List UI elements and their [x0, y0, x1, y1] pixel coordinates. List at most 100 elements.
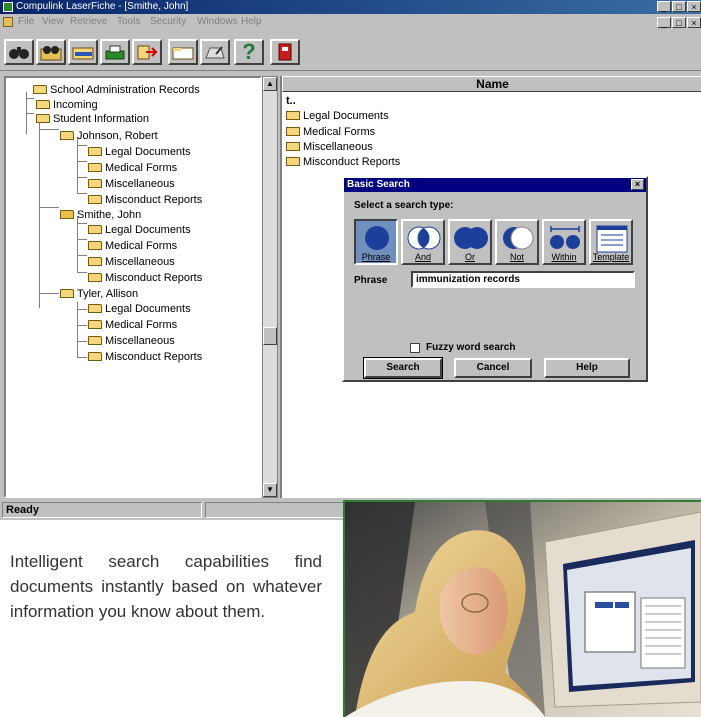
folder-icon	[88, 336, 102, 345]
phrase-label: Phrase	[354, 275, 388, 286]
menu-windows[interactable]: Windows	[197, 14, 238, 30]
search-type-or[interactable]: Or	[448, 219, 492, 265]
close-button[interactable]: ×	[687, 1, 701, 12]
tree-student[interactable]: Tyler, Allison	[60, 287, 138, 301]
search-type-phrase[interactable]: Phrase	[354, 219, 398, 265]
search-button[interactable]: Search	[363, 357, 443, 379]
menu-bar: File View Retrieve Tools Security Window…	[0, 14, 701, 30]
open-folder-button[interactable]	[68, 39, 98, 65]
scroll-thumb[interactable]	[263, 327, 277, 345]
folder-icon	[88, 163, 102, 172]
dialog-title: Basic Search	[347, 179, 410, 190]
menu-view[interactable]: View	[42, 14, 64, 30]
export-button[interactable]	[132, 39, 162, 65]
tree-doc-folder[interactable]: Miscellaneous	[88, 177, 175, 191]
folder-icon	[88, 147, 102, 156]
list-item[interactable]: Misconduct Reports	[286, 155, 400, 169]
scan-button[interactable]	[200, 39, 230, 65]
folder-icon	[88, 320, 102, 329]
menu-security[interactable]: Security	[150, 14, 186, 30]
dialog-close-button[interactable]: ×	[631, 179, 644, 190]
folder-tree: School Administration Records Incoming S…	[4, 76, 262, 498]
folder-icon	[286, 142, 300, 151]
new-folder-button[interactable]	[168, 39, 198, 65]
menu-help[interactable]: Help	[241, 14, 262, 30]
and-icon	[407, 226, 441, 250]
maximize-button[interactable]: □	[672, 1, 686, 12]
minimize-button[interactable]: _	[657, 1, 671, 12]
folder-icon	[60, 289, 74, 298]
search-type-not[interactable]: Not	[495, 219, 539, 265]
phrase-input[interactable]: immunization records	[411, 271, 635, 288]
search-type-within[interactable]: Within	[542, 219, 586, 265]
menu-tools[interactable]: Tools	[117, 14, 140, 30]
export-icon	[137, 45, 158, 60]
folder-icon	[88, 273, 102, 282]
open-folder-icon	[72, 47, 94, 60]
advanced-search-button[interactable]	[36, 39, 66, 65]
tree-student-selected[interactable]: Smithe, John	[60, 208, 141, 222]
photo-illustration	[345, 502, 701, 717]
search-type-label: Select a search type:	[354, 200, 454, 211]
list-item[interactable]: Legal Documents	[286, 109, 389, 123]
tree-doc-folder[interactable]: Medical Forms	[88, 161, 177, 175]
tree-doc-folder[interactable]: Miscellaneous	[88, 255, 175, 269]
tree-doc-folder[interactable]: Medical Forms	[88, 318, 177, 332]
folder-icon	[88, 241, 102, 250]
toolbar: ?	[0, 32, 701, 71]
tree-doc-folder[interactable]: Legal Documents	[88, 223, 191, 237]
fuzzy-search-label: Fuzzy word search	[426, 342, 516, 353]
binoculars-icon	[9, 47, 29, 59]
within-icon	[550, 226, 580, 249]
scroll-up-arrow[interactable]: ▲	[263, 77, 277, 91]
caption-text: Intelligent search capabilities find doc…	[10, 552, 322, 621]
new-folder-icon	[172, 47, 194, 60]
folder-icon	[36, 114, 50, 123]
search-type-template[interactable]: Template	[589, 219, 633, 265]
print-button[interactable]	[100, 39, 130, 65]
list-item[interactable]: Miscellaneous	[286, 140, 373, 154]
menu-file[interactable]: File	[18, 14, 34, 30]
help-button[interactable]: Help	[544, 358, 630, 378]
search-button[interactable]	[4, 39, 34, 65]
tree-student[interactable]: Johnson, Robert	[60, 129, 158, 143]
tree-scrollbar[interactable]: ▲ ▼	[262, 76, 278, 498]
tree-doc-folder[interactable]: Miscellaneous	[88, 334, 175, 348]
tree-doc-folder[interactable]: Misconduct Reports	[88, 350, 202, 364]
folder-icon	[33, 85, 47, 94]
search-type-and[interactable]: And	[401, 219, 445, 265]
basic-search-dialog: Basic Search × Select a search type: Phr…	[342, 176, 648, 382]
template-icon	[596, 225, 628, 253]
doc-restore-button[interactable]: □	[672, 17, 686, 28]
list-item[interactable]: Medical Forms	[286, 125, 375, 139]
phrase-icon	[365, 226, 389, 250]
dialog-title-bar: Basic Search ×	[344, 178, 646, 192]
help-button[interactable]: ?	[234, 39, 264, 65]
tree-root[interactable]: School Administration Records	[33, 83, 200, 97]
parent-folder-item[interactable]: t..	[286, 94, 296, 108]
menu-retrieve[interactable]: Retrieve	[70, 14, 107, 30]
doc-close-button[interactable]: ×	[687, 17, 701, 28]
scroll-down-arrow[interactable]: ▼	[263, 483, 277, 497]
tree-incoming[interactable]: Incoming	[36, 98, 98, 112]
print-icon	[105, 45, 125, 60]
tree-doc-folder[interactable]: Misconduct Reports	[88, 271, 202, 285]
folder-icon	[286, 127, 300, 136]
folder-icon	[88, 257, 102, 266]
app-icon	[3, 2, 13, 12]
cancel-button[interactable]: Cancel	[454, 358, 532, 378]
tree-doc-folder[interactable]: Misconduct Reports	[88, 193, 202, 207]
exit-button[interactable]	[270, 39, 300, 65]
folder-icon	[88, 352, 102, 361]
name-column-header[interactable]: Name	[282, 76, 701, 92]
not-icon	[503, 226, 534, 250]
doc-minimize-button[interactable]: _	[657, 17, 671, 28]
tree-student-information[interactable]: Student Information	[36, 112, 149, 126]
document-icon[interactable]	[3, 17, 13, 27]
fuzzy-search-checkbox[interactable]	[410, 343, 420, 353]
tree-doc-folder[interactable]: Legal Documents	[88, 145, 191, 159]
scanner-icon	[205, 46, 225, 59]
tree-doc-folder[interactable]: Medical Forms	[88, 239, 177, 253]
folder-icon	[88, 225, 102, 234]
tree-doc-folder[interactable]: Legal Documents	[88, 302, 191, 316]
